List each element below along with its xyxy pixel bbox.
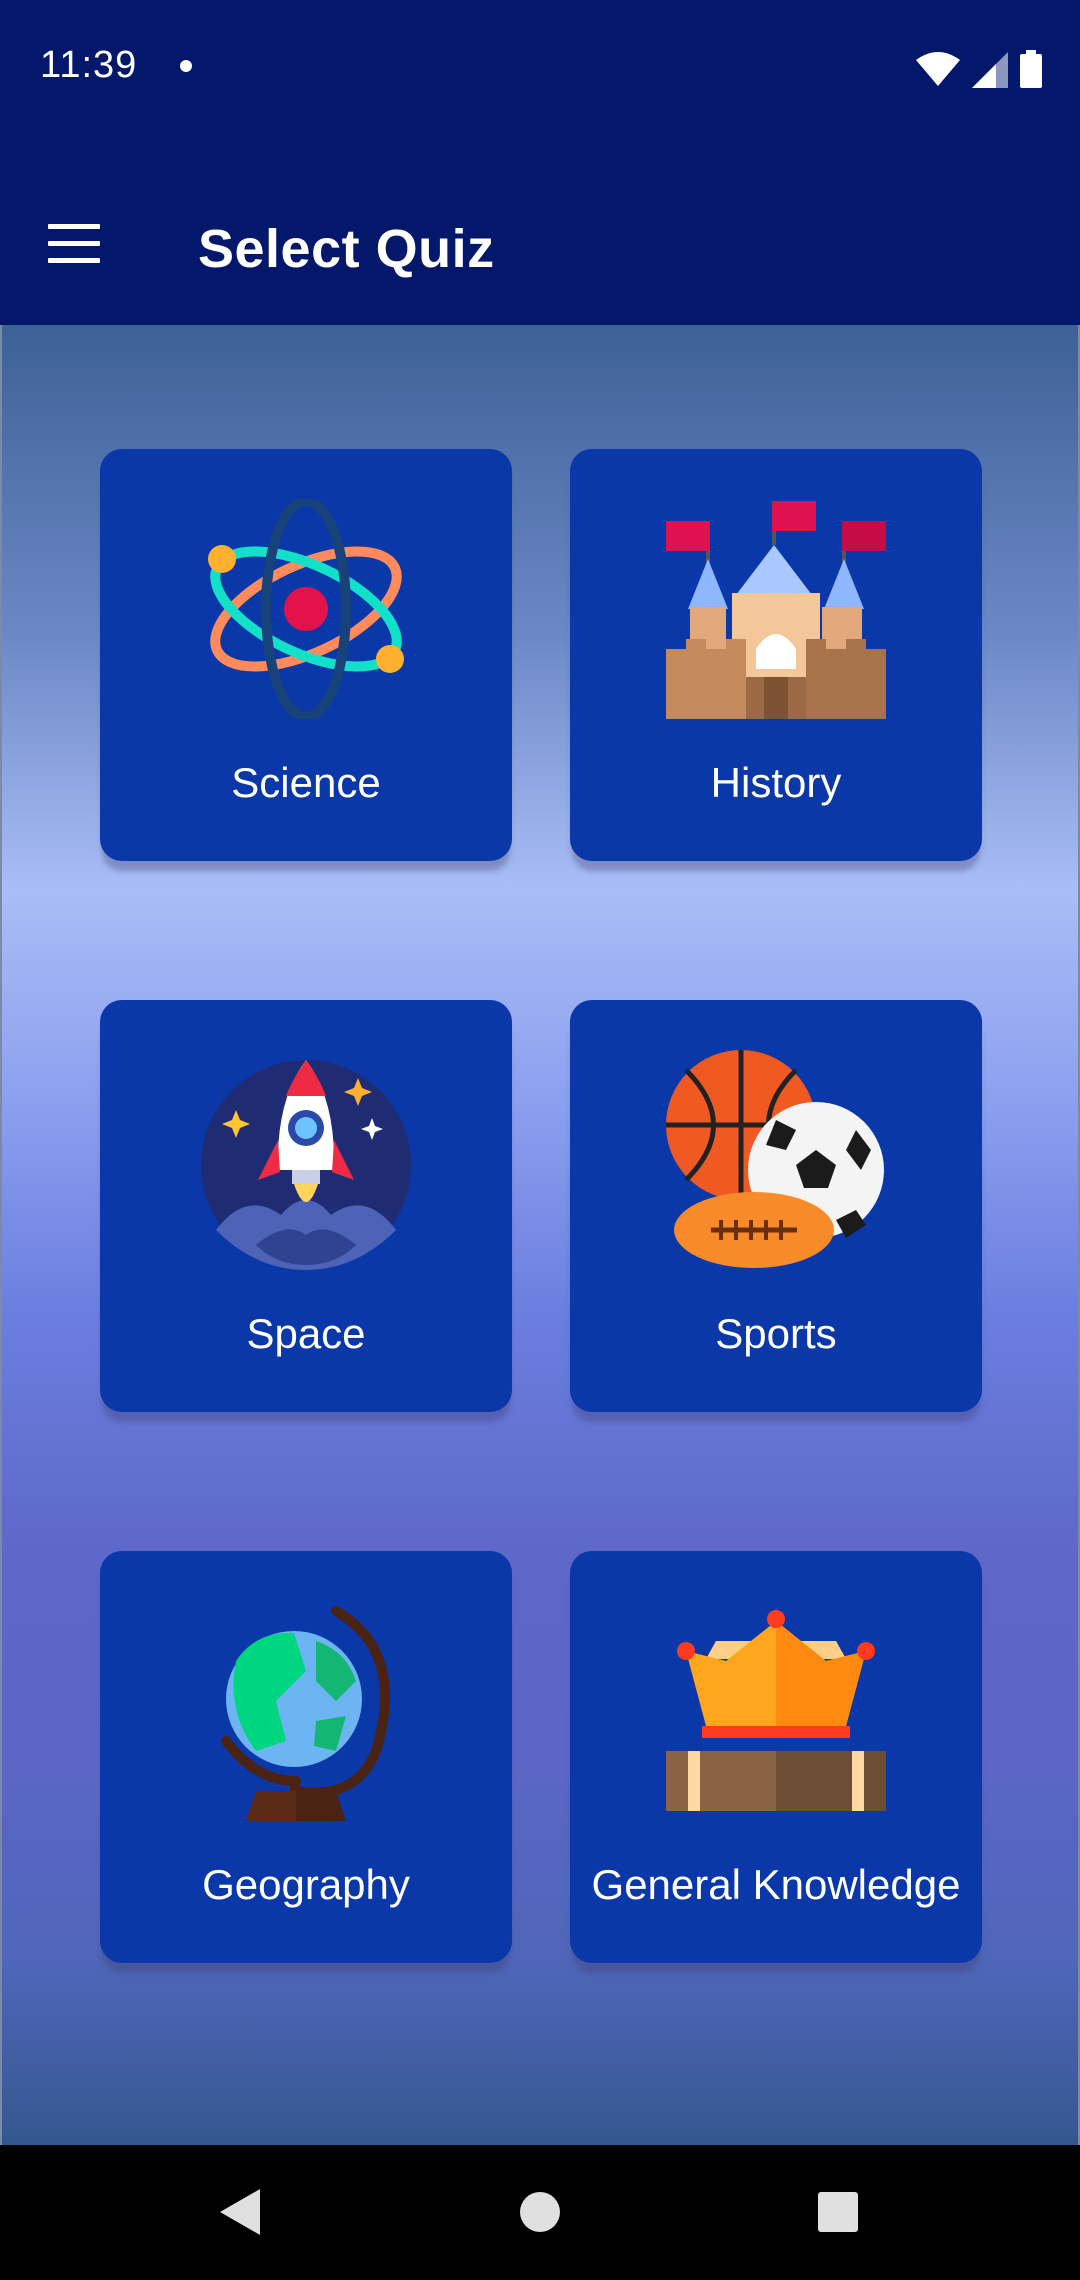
status-icons: [916, 48, 1042, 88]
atom-icon: [208, 499, 404, 719]
quiz-card-label: General Knowledge: [591, 1861, 961, 1908]
back-icon[interactable]: [214, 2185, 274, 2245]
globe-icon: [221, 1606, 390, 1821]
app-bar: Select Quiz: [0, 140, 1080, 325]
status-time: 11:39: [40, 44, 138, 86]
home-icon[interactable]: [518, 2185, 578, 2245]
recents-icon[interactable]: [816, 2185, 876, 2245]
crown-books-icon: [666, 1610, 886, 1811]
quiz-card-sports[interactable]: Sports: [570, 1000, 982, 1412]
quiz-card-label: Geography: [202, 1861, 410, 1908]
system-nav-bar: [0, 2145, 1080, 2280]
hamburger-menu-icon[interactable]: [48, 224, 104, 264]
quiz-card-label: Space: [246, 1310, 366, 1357]
castle-icon: [666, 501, 886, 719]
quiz-card-history[interactable]: History: [570, 449, 982, 861]
page-title: Select Quiz: [198, 219, 495, 279]
quiz-card-label: History: [710, 759, 842, 806]
notification-dot-icon: [180, 60, 192, 72]
rocket-icon: [201, 1060, 411, 1270]
quiz-card-label: Science: [231, 759, 381, 806]
cell-signal-icon: [972, 52, 1008, 88]
battery-icon: [1020, 50, 1042, 88]
quiz-grid: Science History Space Sports Geography G…: [0, 325, 1080, 2145]
status-bar: 11:39: [0, 0, 1080, 140]
sports-balls-icon: [666, 1050, 884, 1268]
quiz-card-general-knowledge[interactable]: General Knowledge: [570, 1551, 982, 1963]
quiz-card-geography[interactable]: Geography: [100, 1551, 512, 1963]
quiz-card-space[interactable]: Space: [100, 1000, 512, 1412]
wifi-icon: [916, 52, 960, 88]
quiz-card-science[interactable]: Science: [100, 449, 512, 861]
quiz-card-label: Sports: [715, 1310, 837, 1357]
